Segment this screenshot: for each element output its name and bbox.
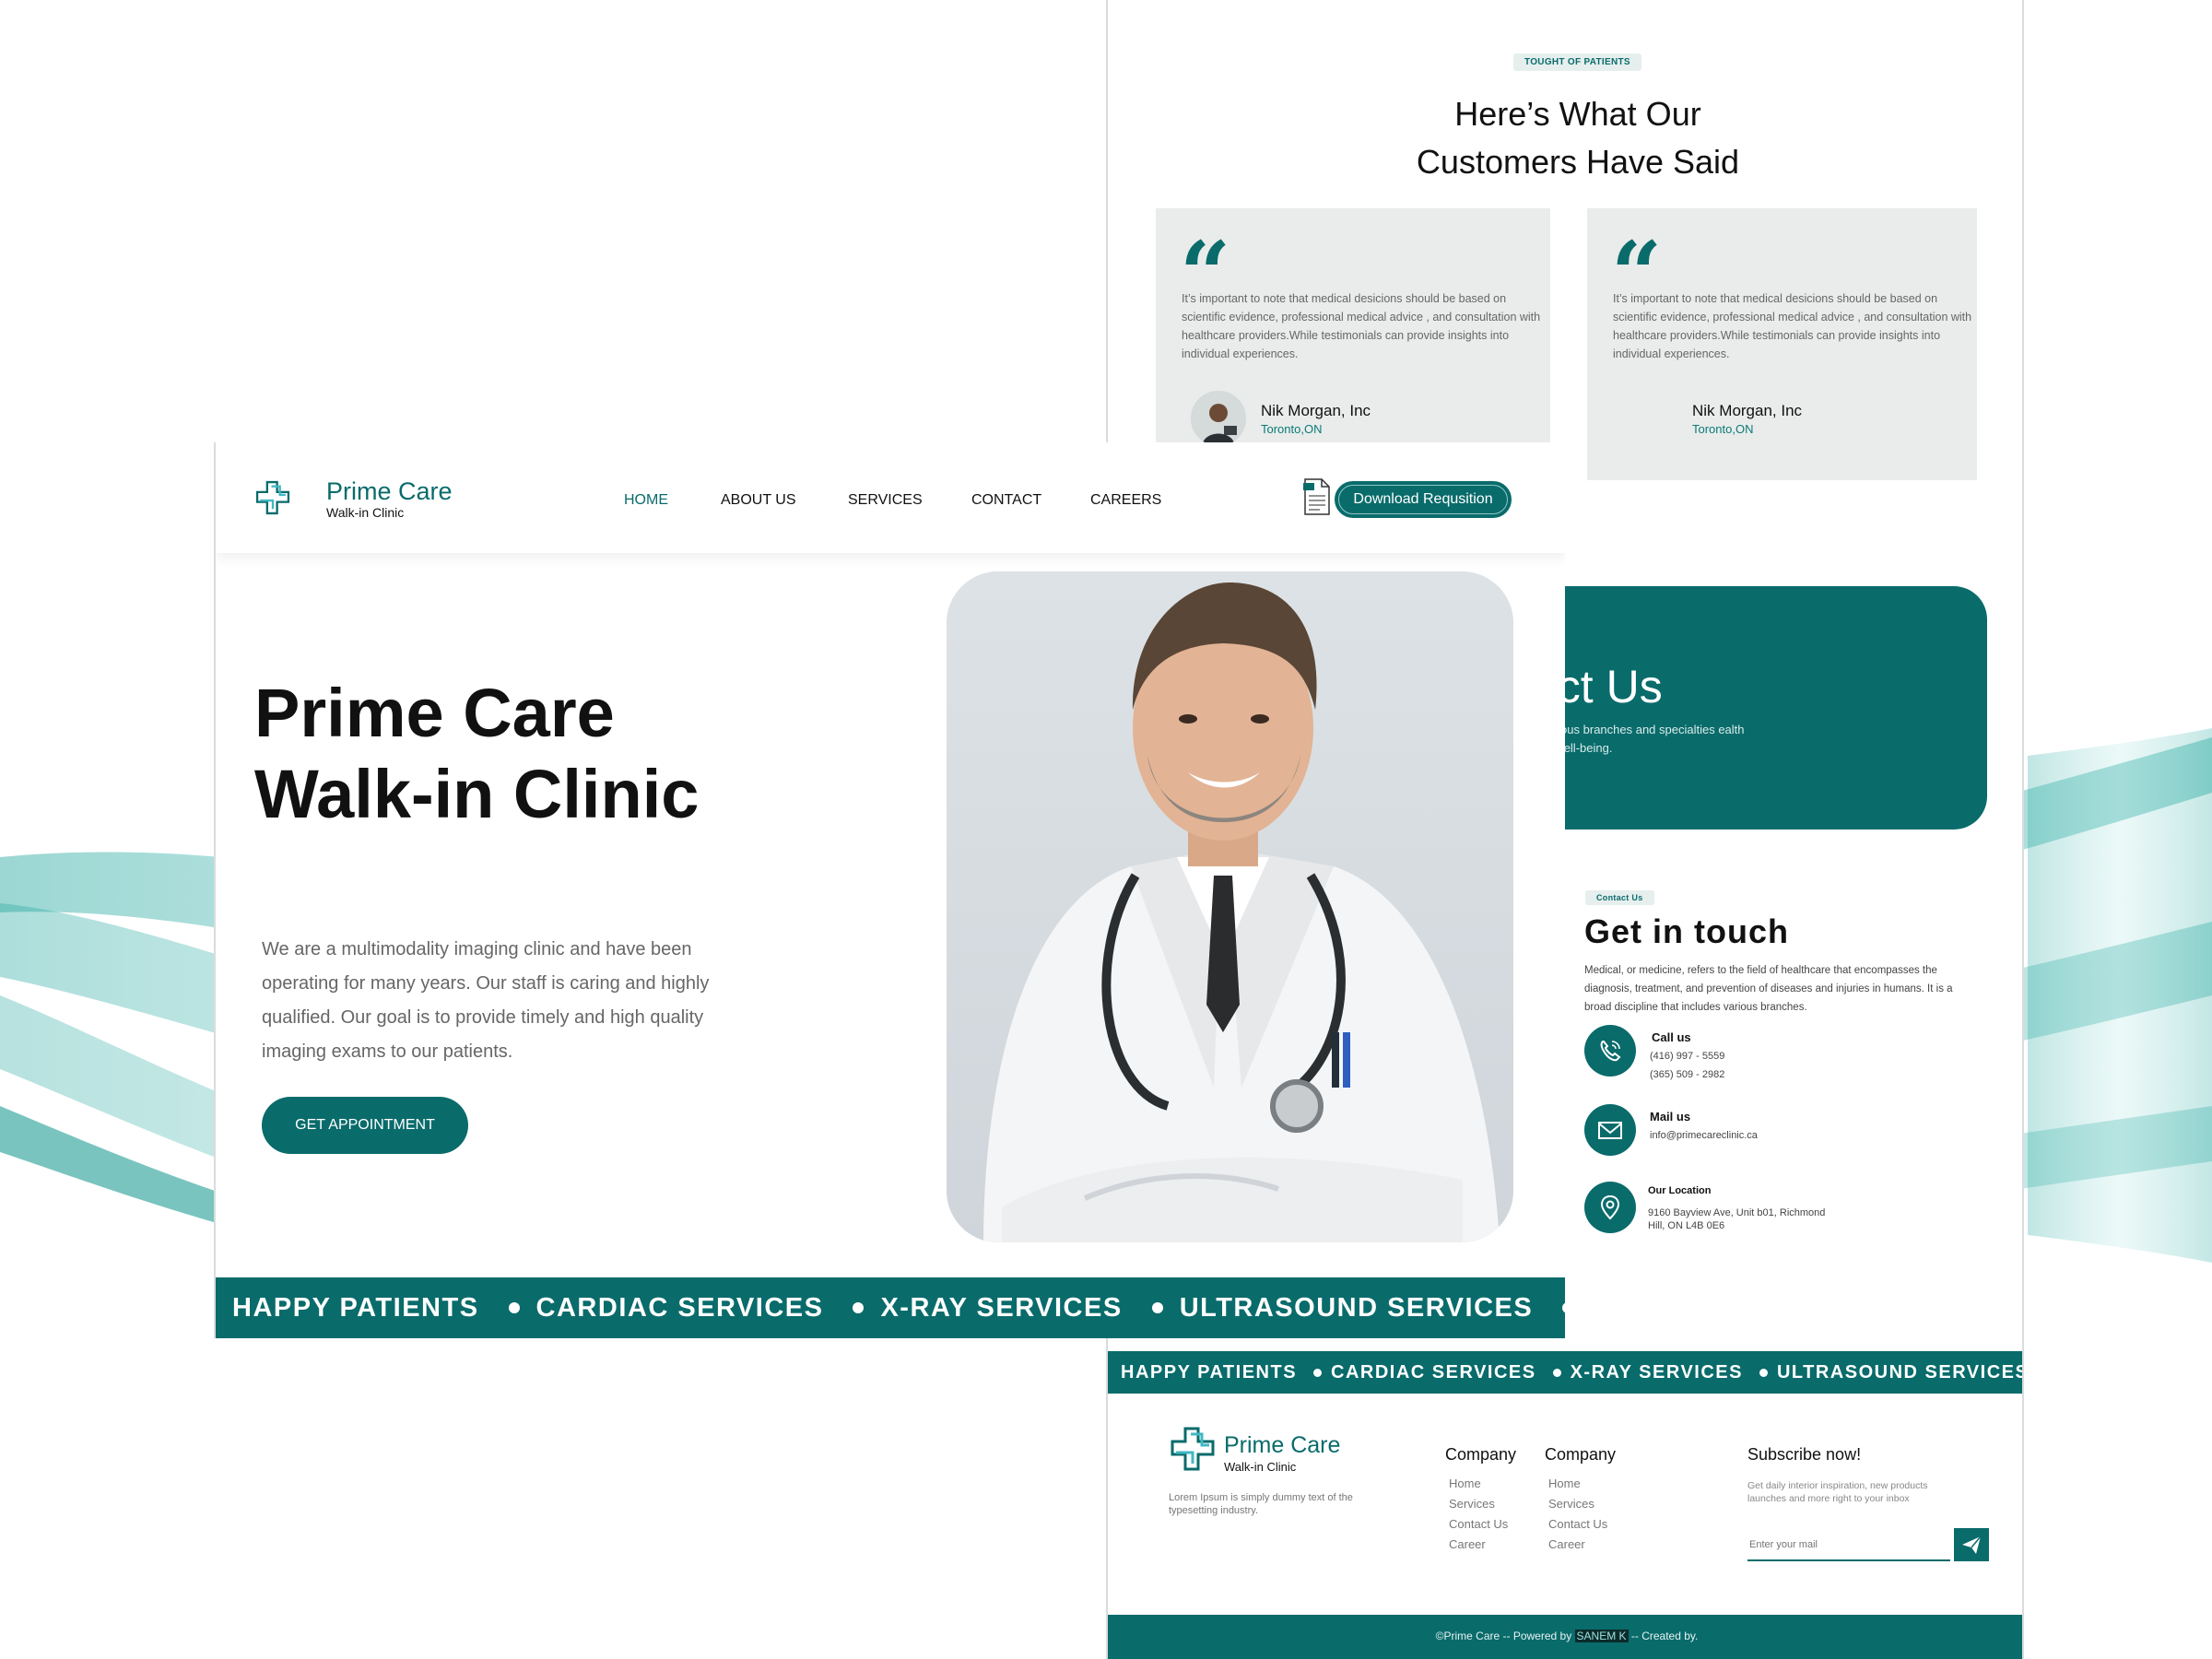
testimonials-heading: Here’s What Our Customers Have Said xyxy=(1416,95,1740,181)
mail-icon[interactable] xyxy=(1584,1104,1636,1156)
footer-link-contact-us[interactable]: Contact Us xyxy=(1548,1517,1607,1531)
medical-cross-logo-icon[interactable] xyxy=(254,479,291,516)
bullet-dot-icon xyxy=(1759,1368,1768,1377)
nav-careers[interactable]: CAREERS xyxy=(1090,492,1161,509)
mail-us-title: Mail us xyxy=(1650,1110,1691,1124)
testimonial-card: “ It’s important to note that medical de… xyxy=(1156,208,1550,480)
footer-link-services[interactable]: Services xyxy=(1449,1497,1495,1511)
footer-link-services[interactable]: Services xyxy=(1548,1497,1594,1511)
avatar xyxy=(1191,391,1246,446)
footer-bar: ©Prime Care -- Powered by SANEM K -- Cre… xyxy=(1108,1615,2022,1659)
ticker-item: HAPPY PATIENTS xyxy=(232,1292,479,1323)
testimonial-card: “ It’s important to note that medical de… xyxy=(1587,208,1977,480)
contact-us-tag: Contact Us xyxy=(1585,890,1654,905)
address-line: Hill, ON L4B 0E6 xyxy=(1648,1220,1725,1231)
testimonials-tag: TOUGHT OF PATIENTS xyxy=(1513,53,1641,71)
get-in-touch-text: Medical, or medicine, refers to the fiel… xyxy=(1584,965,1953,1013)
location-title: Our Location xyxy=(1648,1185,1712,1196)
footer-link-home[interactable]: Home xyxy=(1548,1477,1581,1490)
doctor-photo xyxy=(947,571,1513,1242)
testimonial-text: It’s important to note that medical desi… xyxy=(1182,292,1541,360)
nav-about-us[interactable]: ABOUT US xyxy=(721,492,796,509)
bullet-dot-icon xyxy=(1562,1302,1565,1313)
ticker-item: ULTRASOUND SERVICES xyxy=(1776,1361,2024,1382)
services-ticker: HAPPY PATIENTS CARDIAC SERVICES X-RAY SE… xyxy=(1108,1351,2024,1394)
phone-icon[interactable] xyxy=(1584,1025,1636,1077)
ticker-item: X-RAY SERVICES xyxy=(880,1292,1123,1323)
testimonial-text: It’s important to note that medical desi… xyxy=(1613,292,1972,360)
home-page-panel: Prime Care Walk-in Clinic HOME ABOUT US … xyxy=(214,442,1565,1338)
ticker-item: X-RAY SERVICES xyxy=(1570,1361,1743,1382)
phone-number[interactable]: (365) 509 - 2982 xyxy=(1650,1069,1724,1080)
send-icon xyxy=(1962,1535,1982,1554)
copyright-text: ©Prime Care -- Powered by SANEM K -- Cre… xyxy=(1435,1630,1699,1642)
nav-contact[interactable]: CONTACT xyxy=(971,492,1041,509)
footer-link-career[interactable]: Career xyxy=(1548,1537,1585,1551)
document-icon[interactable] xyxy=(1301,477,1331,516)
contact-banner: act Us s various branches and specialtie… xyxy=(1523,586,1987,830)
ticker-item: ULTRASOUND SERVICES xyxy=(1179,1292,1534,1323)
site-header: Prime Care Walk-in Clinic HOME ABOUT US … xyxy=(216,442,1565,553)
testimonial-name: Nik Morgan, Inc xyxy=(1261,402,1371,419)
avatar-image xyxy=(1191,391,1246,446)
ticker-row: HAPPY PATIENTS CARDIAC SERVICES X-RAY SE… xyxy=(1108,1351,2024,1394)
ticker-item: HAPPY PATIENTS xyxy=(1121,1361,1298,1382)
bullet-dot-icon xyxy=(1552,1368,1561,1377)
subscribe-send-button[interactable] xyxy=(1954,1528,1989,1561)
footer-brand-name: Prime Care xyxy=(1224,1432,1341,1458)
footer-link-home[interactable]: Home xyxy=(1449,1477,1481,1490)
footer-column-title: Company xyxy=(1545,1445,1617,1464)
bullet-dot-icon xyxy=(1313,1368,1323,1377)
subscribe-text: Get daily interior inspiration, new prod… xyxy=(1747,1480,1928,1504)
ticker-item: CARDIAC SERVICES xyxy=(535,1292,824,1323)
footer-brand-subtitle: Walk-in Clinic xyxy=(1224,1460,1297,1474)
footer-column-title: Company xyxy=(1445,1445,1517,1464)
nav-home[interactable]: HOME xyxy=(624,492,668,509)
bullet-dot-icon xyxy=(1151,1302,1163,1313)
contact-banner-text: s various branches and specialties ealth… xyxy=(1532,723,1745,755)
testimonial-location: Toronto,ON xyxy=(1692,422,1754,436)
get-in-touch-title: Get in touch xyxy=(1584,912,1789,950)
bullet-dot-icon xyxy=(508,1302,520,1313)
footer-link-career[interactable]: Career xyxy=(1449,1537,1486,1551)
doctor-illustration xyxy=(947,571,1513,1242)
ticker-item: CARDIAC SERVICES xyxy=(1331,1361,1536,1382)
email-address[interactable]: info@primecareclinic.ca xyxy=(1650,1130,1758,1141)
medical-cross-logo-icon[interactable] xyxy=(1169,1425,1217,1473)
bullet-dot-icon xyxy=(853,1302,865,1313)
subscribe-email-input[interactable] xyxy=(1747,1530,1950,1561)
nav-services[interactable]: SERVICES xyxy=(848,492,923,509)
get-appointment-button[interactable]: GET APPOINTMENT xyxy=(262,1097,468,1154)
testimonial-name: Nik Morgan, Inc xyxy=(1692,402,1803,419)
location-pin-icon[interactable] xyxy=(1584,1182,1636,1233)
phone-number[interactable]: (416) 997 - 5559 xyxy=(1650,1051,1724,1062)
brand-name[interactable]: Prime Care xyxy=(326,477,453,506)
testimonial-location: Toronto,ON xyxy=(1261,422,1323,436)
services-ticker: HAPPY PATIENTS CARDIAC SERVICES X-RAY SE… xyxy=(216,1277,1565,1338)
hero-title: Prime Care Walk-in Clinic xyxy=(254,675,700,832)
ticker-row: HAPPY PATIENTS CARDIAC SERVICES X-RAY SE… xyxy=(216,1277,1565,1338)
download-requisition-button[interactable]: Download Requsition xyxy=(1335,481,1512,518)
subscribe-title: Subscribe now! xyxy=(1747,1445,1862,1464)
address-line: 9160 Bayview Ave, Unit b01, Richmond xyxy=(1648,1207,1826,1218)
footer-link-contact-us[interactable]: Contact Us xyxy=(1449,1517,1508,1531)
footer-description: Lorem Ipsum is simply dummy text of the … xyxy=(1169,1492,1353,1516)
call-us-title: Call us xyxy=(1652,1030,1691,1044)
hero-description: We are a multimodality imaging clinic an… xyxy=(262,939,710,1062)
brand-subtitle: Walk-in Clinic xyxy=(326,505,405,520)
